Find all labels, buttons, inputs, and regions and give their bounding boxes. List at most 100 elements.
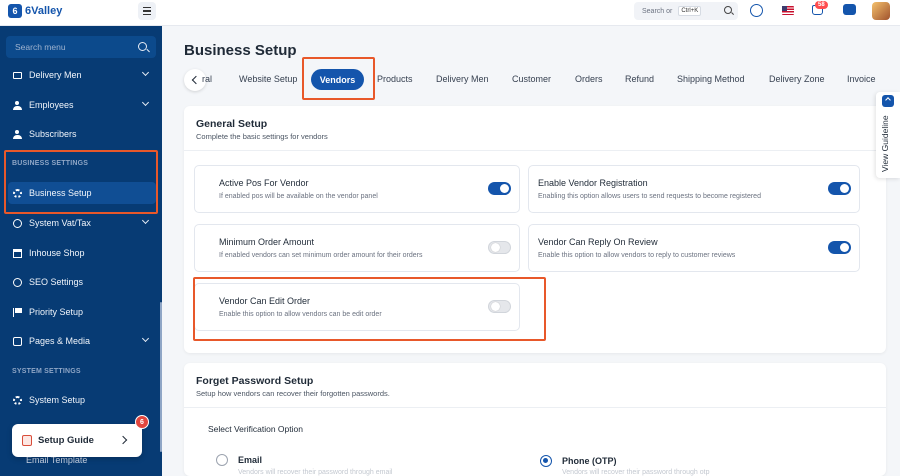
sidebar-search-placeholder: Search menu bbox=[15, 42, 66, 52]
setup-guide-button[interactable]: Setup Guide bbox=[12, 424, 142, 457]
chevron-down-icon bbox=[141, 334, 150, 343]
general-setup-title: General Setup bbox=[196, 118, 268, 130]
verify-option-hint: Vendors will recover their password thro… bbox=[238, 469, 393, 476]
minimum-order-amount-toggle[interactable] bbox=[488, 241, 511, 254]
sidebar-section-system: SYSTEM SETTINGS bbox=[12, 368, 81, 375]
setting-active-pos: Active Pos For Vendor If enabled pos wil… bbox=[194, 165, 520, 213]
sidebar-section-business: BUSINESS SETTINGS bbox=[12, 160, 89, 167]
search-icon bbox=[138, 42, 147, 51]
setting-title: Active Pos For Vendor bbox=[219, 178, 309, 188]
active-pos-toggle[interactable] bbox=[488, 182, 511, 195]
shortcut-hint: Ctrl+K bbox=[678, 6, 702, 16]
global-search[interactable]: Search or Ctrl+K bbox=[634, 2, 738, 20]
seo-icon bbox=[13, 277, 22, 287]
sidebar-item-system-setup[interactable]: System Setup bbox=[8, 389, 156, 411]
sidebar-item-inhouse-shop[interactable]: Inhouse Shop bbox=[8, 242, 156, 264]
vendor-registration-toggle[interactable] bbox=[828, 182, 851, 195]
tab-delivery-men[interactable]: Delivery Men bbox=[436, 74, 489, 84]
page-title: Business Setup bbox=[184, 42, 297, 59]
person-icon bbox=[13, 129, 22, 139]
sidebar-item-priority-setup[interactable]: Priority Setup bbox=[8, 301, 156, 323]
tab-general[interactable]: ral bbox=[202, 74, 212, 84]
sidebar-item-label: Subscribers bbox=[29, 129, 77, 139]
setting-description: If enabled vendors can set minimum order… bbox=[219, 252, 423, 259]
general-setup-subtitle: Complete the basic settings for vendors bbox=[196, 132, 328, 141]
global-search-placeholder: Search or bbox=[642, 7, 673, 15]
person-icon bbox=[13, 100, 22, 110]
sidebar: Search menu Delivery Men Employees Subsc… bbox=[0, 26, 162, 476]
logo-icon: 6 bbox=[8, 4, 22, 18]
sidebar-item-seo-settings[interactable]: SEO Settings bbox=[8, 271, 156, 293]
shop-icon bbox=[13, 248, 22, 258]
setting-description: Enable this option to allow vendors to r… bbox=[538, 252, 736, 259]
tab-website-setup[interactable]: Website Setup bbox=[239, 74, 297, 84]
gear-icon bbox=[13, 395, 22, 405]
phone-otp-radio[interactable] bbox=[540, 455, 552, 467]
chevron-down-icon bbox=[141, 68, 150, 77]
reply-on-review-toggle[interactable] bbox=[828, 241, 851, 254]
media-icon bbox=[13, 336, 22, 346]
sidebar-scrollbar[interactable] bbox=[160, 302, 162, 452]
tab-vendors[interactable]: Vendors bbox=[311, 69, 364, 90]
verify-option-phone[interactable]: Phone (OTP) bbox=[540, 455, 617, 467]
sidebar-item-subscribers[interactable]: Subscribers bbox=[8, 123, 156, 145]
brand-name: 6Valley bbox=[25, 5, 63, 17]
sidebar-item-system-vat-tax[interactable]: System Vat/Tax bbox=[8, 212, 156, 234]
verify-option-email[interactable]: Email bbox=[216, 454, 262, 466]
chevron-down-icon bbox=[141, 98, 150, 107]
sidebar-item-label: System Vat/Tax bbox=[29, 218, 91, 228]
tab-invoice[interactable]: Invoice bbox=[847, 74, 876, 84]
sidebar-search-input[interactable]: Search menu bbox=[6, 36, 156, 58]
setting-title: Enable Vendor Registration bbox=[538, 178, 648, 188]
avatar[interactable] bbox=[872, 2, 890, 20]
tab-orders[interactable]: Orders bbox=[575, 74, 603, 84]
message-icon[interactable] bbox=[843, 4, 856, 15]
setting-reply-on-review: Vendor Can Reply On Review Enable this o… bbox=[528, 224, 860, 272]
chevron-down-icon bbox=[141, 216, 150, 225]
setting-description: If enabled pos will be available on the … bbox=[219, 193, 378, 200]
setting-title: Minimum Order Amount bbox=[219, 237, 315, 247]
sidebar-item-label: Priority Setup bbox=[29, 307, 84, 317]
forget-password-card: Forget Password Setup Setup how vendors … bbox=[184, 363, 886, 476]
menu-icon[interactable] bbox=[138, 2, 156, 20]
search-icon bbox=[724, 6, 732, 14]
sidebar-item-employees[interactable]: Employees bbox=[8, 94, 156, 116]
gear-icon bbox=[13, 188, 22, 198]
sidebar-item-pages-media[interactable]: Pages & Media bbox=[8, 330, 156, 352]
tab-customer[interactable]: Customer bbox=[512, 74, 551, 84]
setting-description: Enabling this option allows users to sen… bbox=[538, 193, 761, 200]
setting-title: Vendor Can Edit Order bbox=[219, 296, 311, 306]
forget-password-title: Forget Password Setup bbox=[196, 375, 314, 387]
setting-vendor-registration: Enable Vendor Registration Enabling this… bbox=[528, 165, 860, 213]
setup-guide-label: Setup Guide bbox=[38, 435, 94, 446]
divider bbox=[184, 150, 886, 151]
view-guideline-label: View Guideline bbox=[880, 115, 890, 172]
guide-icon bbox=[22, 435, 32, 446]
us-flag-icon[interactable] bbox=[782, 6, 794, 15]
view-guideline-tab[interactable]: View Guideline bbox=[876, 92, 900, 178]
sidebar-item-label: Pages & Media bbox=[29, 336, 91, 346]
sidebar-item-delivery-men[interactable]: Delivery Men bbox=[8, 64, 156, 86]
sidebar-item-business-setup[interactable]: Business Setup bbox=[8, 182, 156, 204]
globe-icon[interactable] bbox=[750, 4, 763, 17]
verify-option-hint: Vendors will recover their password thro… bbox=[562, 469, 710, 476]
forget-password-subtitle: Setup how vendors can recover their forg… bbox=[196, 389, 390, 398]
guideline-icon bbox=[882, 95, 894, 107]
tab-bar: ral Website Setup Vendors Products Deliv… bbox=[184, 66, 886, 94]
general-setup-card: General Setup Complete the basic setting… bbox=[184, 106, 886, 353]
chevron-right-icon bbox=[118, 435, 128, 445]
tab-refund[interactable]: Refund bbox=[625, 74, 654, 84]
sidebar-item-label: Inhouse Shop bbox=[29, 248, 85, 258]
tab-products[interactable]: Products bbox=[377, 74, 413, 84]
tab-delivery-zone[interactable]: Delivery Zone bbox=[769, 74, 825, 84]
vendor-edit-order-toggle[interactable] bbox=[488, 300, 511, 313]
flag-icon bbox=[13, 307, 22, 317]
sidebar-item-label: Delivery Men bbox=[29, 70, 82, 80]
verification-option-label: Select Verification Option bbox=[208, 424, 303, 434]
tab-shipping-method[interactable]: Shipping Method bbox=[677, 74, 745, 84]
brand-logo[interactable]: 6 6Valley bbox=[8, 4, 62, 18]
email-radio[interactable] bbox=[216, 454, 228, 466]
setting-description: Enable this option to allow vendors can … bbox=[219, 311, 382, 318]
verify-option-label: Phone (OTP) bbox=[562, 456, 617, 466]
setup-guide-badge: 6 bbox=[135, 415, 149, 429]
